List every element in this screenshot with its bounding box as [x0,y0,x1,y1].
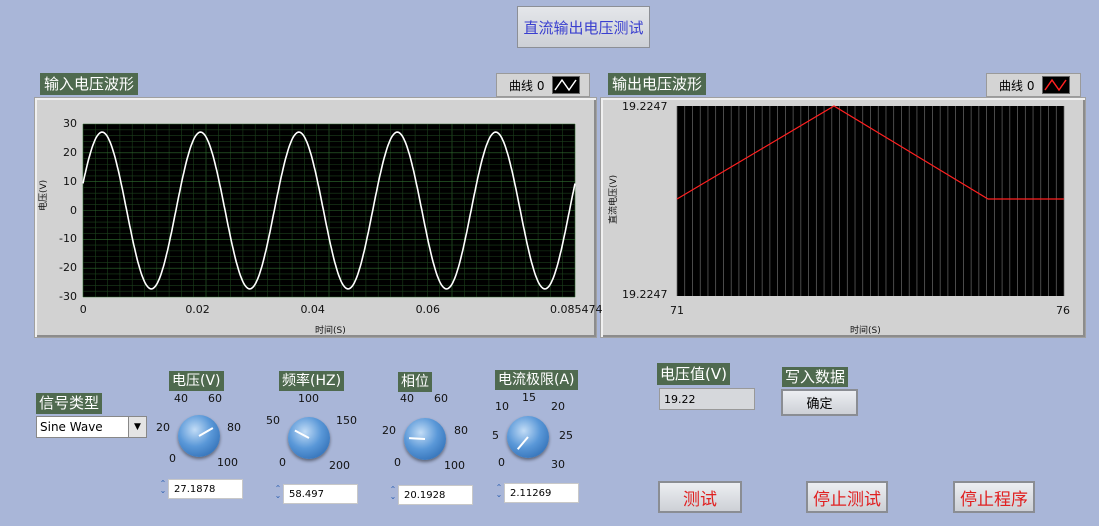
knob-tick: 40 [400,392,414,405]
knob-tick: 60 [208,392,222,405]
spinner-icon[interactable]: ⌃ ⌄ [389,486,397,501]
knob-tick: 100 [298,392,319,405]
voltage-knob[interactable] [178,415,220,457]
output-ylabel: 直流电压(V) [609,174,619,224]
knob-needle [198,427,214,437]
output-waveform-chart [676,105,1065,296]
current-limit-knob-label: 电流极限(A) [495,370,578,390]
output-xtick-end: 76 [1056,304,1070,317]
stop-test-button[interactable]: 停止测试 [806,481,888,513]
knob-tick: 200 [329,459,350,472]
knob-tick: 20 [551,400,565,413]
title-button[interactable]: 直流输出电压测试 [517,6,650,48]
knob-tick: 80 [454,424,468,437]
knob-tick: 150 [336,414,357,427]
current-limit-numeric-input[interactable]: 2.11269 [504,483,579,503]
input-xtick: 0.02 [185,303,210,316]
knob-tick: 20 [382,424,396,437]
legend-plot-swatch-icon [1042,76,1071,94]
input-graph-label: 输入电压波形 [40,73,139,95]
input-xtick: 0 [79,303,87,316]
signal-type-label: 信号类型 [36,393,103,414]
input-ytick: 30 [63,117,77,130]
legend-label: 曲线 0 [509,78,545,93]
input-ytick: -10 [59,232,77,246]
spinner-icon[interactable]: ⌃ ⌄ [159,480,167,495]
knob-tick: 0 [394,456,401,469]
knob-tick: 80 [227,421,241,434]
frequency-numeric-input[interactable]: 58.497 [283,484,358,504]
input-xlabel: 时间(S) [315,326,346,336]
knob-tick: 0 [498,456,505,469]
knob-tick: 50 [266,414,280,427]
voltage-value-indicator: 19.22 [659,388,755,410]
input-waveform-chart [82,123,576,298]
knob-tick: 25 [559,429,573,442]
output-xtick-start: 71 [670,304,684,317]
spinner-icon[interactable]: ⌃ ⌄ [495,484,503,499]
confirm-button[interactable]: 确定 [781,389,858,416]
knob-tick: 60 [434,392,448,405]
output-graph-label: 输出电压波形 [608,73,707,95]
output-ytick-bottom: 19.2247 [622,288,668,301]
legend-plot-swatch-icon [552,76,581,94]
knob-tick: 5 [492,429,499,442]
phase-numeric-input[interactable]: 20.1928 [398,485,473,505]
legend-label: 曲线 0 [999,78,1035,93]
knob-tick: 20 [156,421,170,434]
input-xtick: 0.06 [415,303,441,316]
knob-needle [294,429,310,439]
voltage-value-label: 电压值(V) [657,363,730,385]
output-xlabel: 时间(S) [850,326,881,336]
frequency-knob[interactable] [288,417,330,459]
input-xtick: 0.085474 [550,303,603,316]
input-ytick: -30 [59,290,77,303]
knob-needle [516,436,529,450]
voltage-numeric-input[interactable]: 27.1878 [168,479,243,499]
input-graph-legend[interactable]: 曲线 0 [496,73,590,97]
write-data-label: 写入数据 [782,367,849,387]
voltage-knob-label: 电压(V) [169,371,224,391]
output-graph-legend[interactable]: 曲线 0 [986,73,1081,97]
knob-tick: 40 [174,392,188,405]
input-xtick: 0.04 [300,303,325,316]
current-limit-knob[interactable] [507,416,549,458]
input-ylabel: 电压(V) [39,179,49,211]
signal-type-value: Sine Wave [40,420,103,434]
stop-program-button[interactable]: 停止程序 [953,481,1035,513]
knob-tick: 10 [495,400,509,413]
input-ytick: 20 [63,145,77,159]
output-ytick-top: 19.2247 [622,100,668,113]
input-ytick: -20 [59,261,77,275]
phase-knob-label: 相位 [398,372,432,392]
knob-tick: 100 [444,459,465,472]
input-ytick: 0 [70,203,77,217]
knob-tick: 15 [522,391,536,404]
knob-needle [408,437,426,440]
input-ytick: 10 [63,174,77,188]
test-button[interactable]: 测试 [658,481,742,513]
chevron-down-icon[interactable]: ▼ [128,417,146,437]
knob-tick: 30 [551,458,565,471]
spinner-icon[interactable]: ⌃ ⌄ [274,485,282,500]
signal-type-select[interactable]: Sine Wave ▼ [36,416,147,438]
knob-tick: 0 [169,452,176,465]
knob-tick: 0 [279,456,286,469]
knob-tick: 100 [217,456,238,469]
phase-knob[interactable] [404,418,446,460]
frequency-knob-label: 频率(HZ) [279,371,345,391]
